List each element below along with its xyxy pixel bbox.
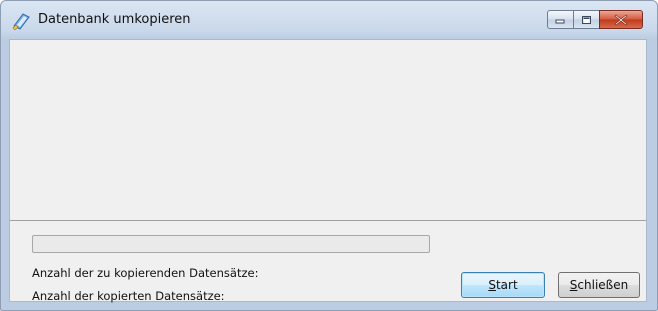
records-copied-label: Anzahl der kopierten Datensätze: xyxy=(32,289,225,303)
close-icon xyxy=(614,14,628,25)
close-dialog-button[interactable]: Schließen xyxy=(558,272,640,298)
minimize-icon xyxy=(555,19,565,24)
records-to-copy-label: Anzahl der zu kopierenden Datensätze: xyxy=(32,266,259,280)
close-accesskey: S xyxy=(569,278,578,292)
start-label-rest: tart xyxy=(495,278,518,292)
maximize-button[interactable] xyxy=(573,10,600,29)
database-copy-icon xyxy=(12,13,30,31)
window-controls xyxy=(547,10,643,29)
minimize-button[interactable] xyxy=(547,10,574,29)
dialog-window: Datenbank umkopieren Anzahl der zu kopie… xyxy=(0,0,658,311)
dialog-client-area: Anzahl der zu kopierenden Datensätze: An… xyxy=(9,39,647,303)
close-label-rest: chließen xyxy=(577,278,629,292)
title-bar[interactable]: Datenbank umkopieren xyxy=(1,1,657,39)
log-area[interactable] xyxy=(10,40,646,221)
copy-progress-bar xyxy=(32,235,430,253)
start-accesskey: S xyxy=(488,278,496,292)
maximize-icon xyxy=(581,15,591,24)
close-button[interactable] xyxy=(599,10,643,29)
window-title: Datenbank umkopieren xyxy=(38,12,191,27)
start-button[interactable]: Start xyxy=(461,272,545,298)
